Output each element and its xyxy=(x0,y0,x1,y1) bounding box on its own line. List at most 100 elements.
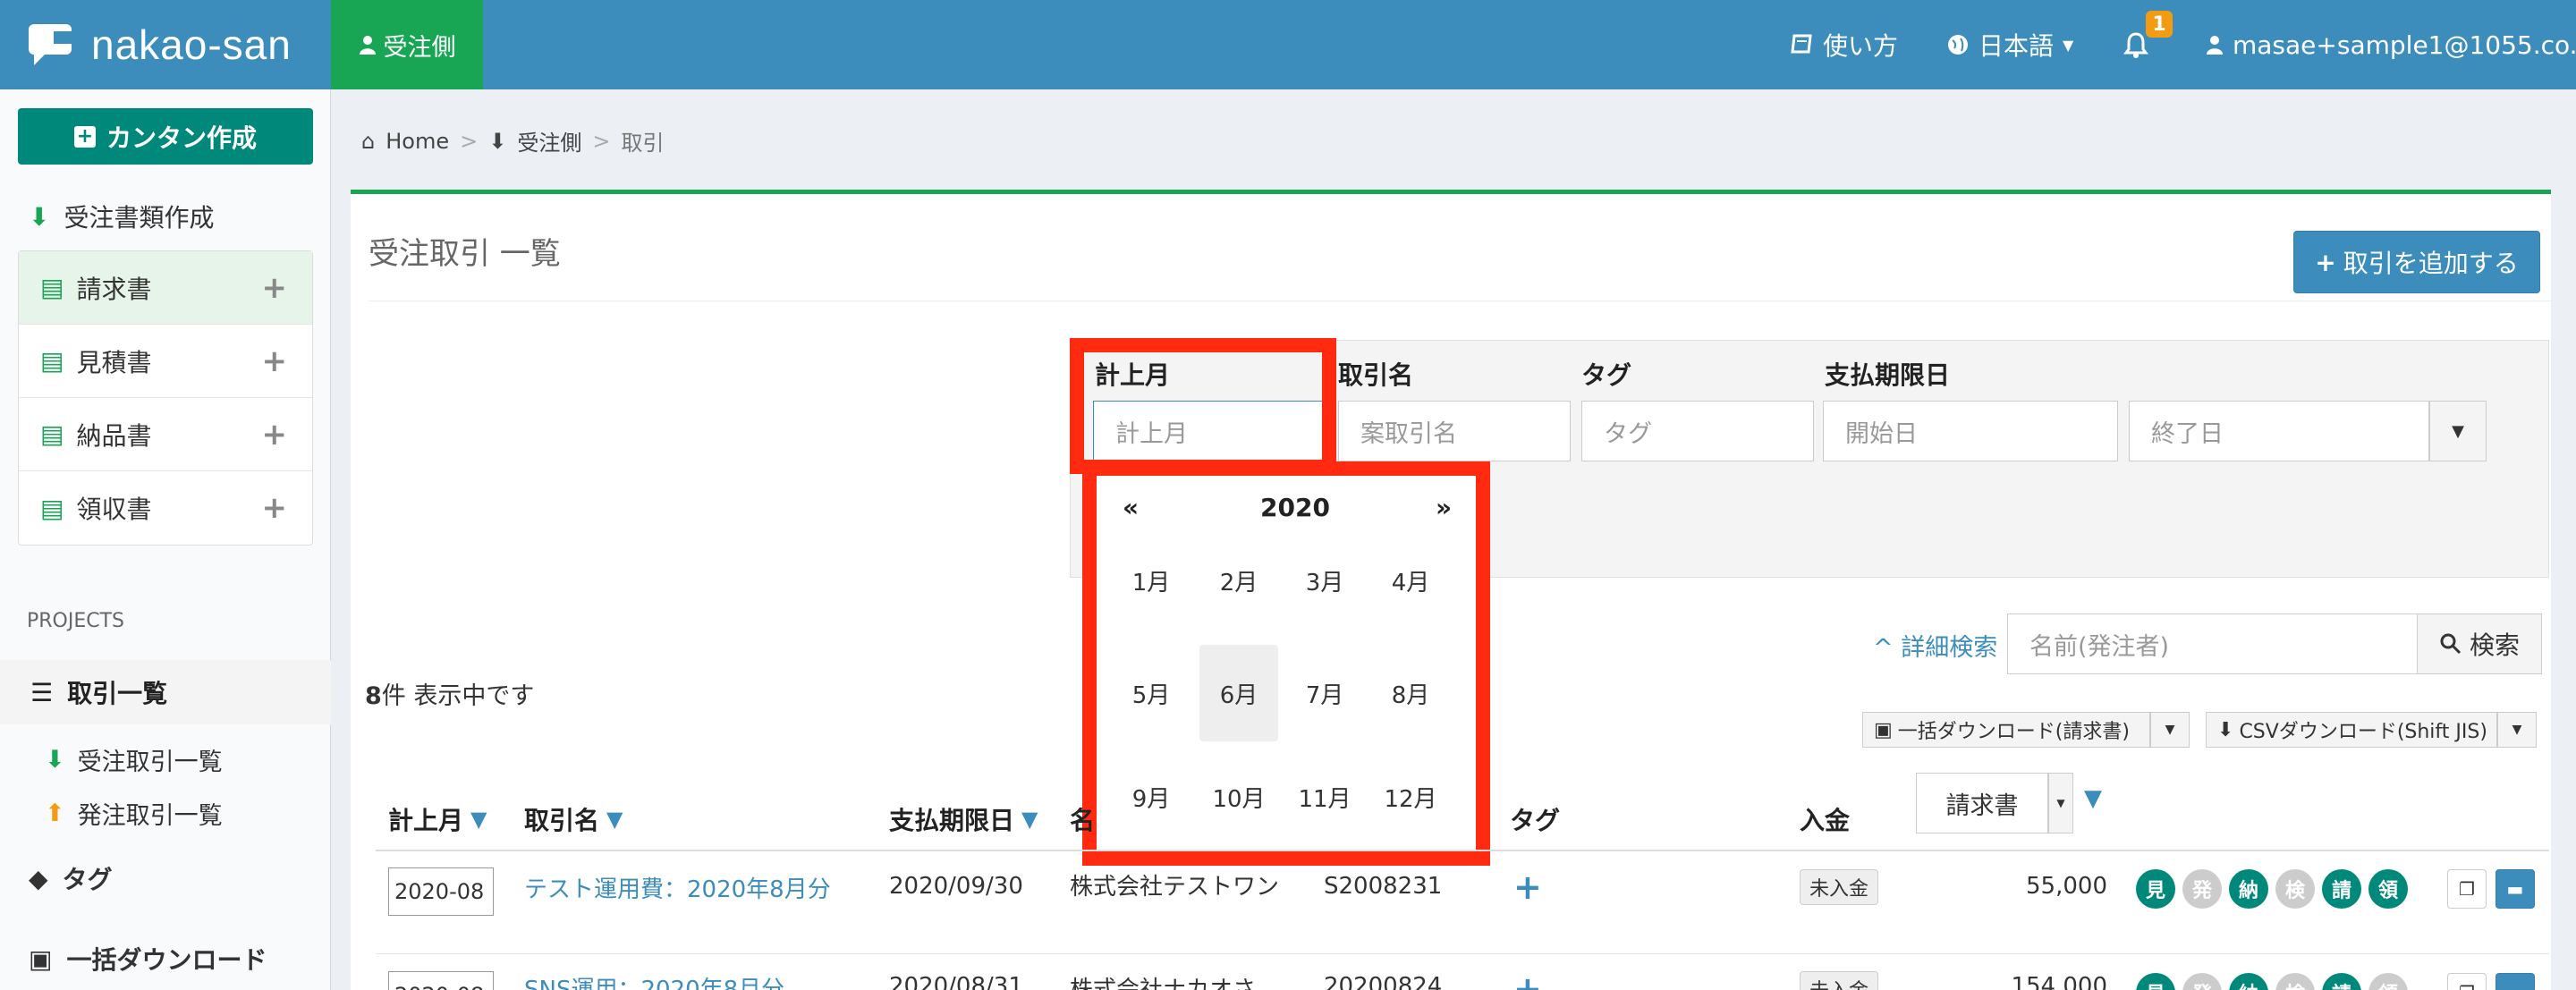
add-deal-label: 取引を追加する xyxy=(2343,249,2519,278)
caret-down-icon: ▼ xyxy=(2165,723,2175,737)
ordered-deals-label: 発注取引一覧 xyxy=(77,802,223,830)
quick-create-label: カンタン作成 xyxy=(106,123,257,153)
copy-deal-button[interactable]: ❐ xyxy=(2447,973,2487,990)
plus-square-icon: + xyxy=(73,125,96,148)
sidebar-item-receipt[interactable]: ▤ 領収書 + xyxy=(19,471,312,545)
archive-deal-button[interactable]: ▬ xyxy=(2496,973,2535,990)
add-tag-plus-icon[interactable]: + xyxy=(1513,867,1542,907)
role-tab-label: 受注側 xyxy=(383,33,456,62)
help-link[interactable]: 使い方 xyxy=(1791,0,1898,89)
column-header-due-date[interactable]: 支払期限日 ▼ xyxy=(889,801,1038,837)
due-start-date-input[interactable]: 開始日 xyxy=(1823,401,2118,461)
csv-download-button[interactable]: ⬇ CSVダウンロード(Shift JIS) xyxy=(2206,712,2497,748)
caret-down-icon: ▼ xyxy=(2056,797,2065,809)
tag-filter-label: タグ xyxy=(1581,360,1632,390)
sidebar-item-received-deals[interactable]: ⬇ 受注取引一覧 xyxy=(45,742,223,777)
date-range-dropdown-button[interactable]: ▼ xyxy=(2429,401,2487,461)
document-icon: ▤ xyxy=(40,346,64,376)
breadcrumb-home[interactable]: Home xyxy=(386,129,449,154)
breadcrumb-separator: > xyxy=(460,128,479,154)
due-end-date-input[interactable]: 終了日 xyxy=(2129,401,2429,461)
archive-icon: ▬ xyxy=(2506,878,2524,900)
copy-deal-button[interactable]: ❐ xyxy=(2447,869,2487,909)
breadcrumb-current: 取引 xyxy=(621,131,665,156)
breadcrumb-side[interactable]: 受注側 xyxy=(517,125,581,157)
doc-status-estimate[interactable]: 見 xyxy=(2136,869,2175,909)
app-logo[interactable]: nakao-san xyxy=(0,0,331,89)
archive-deal-button[interactable]: ▬ xyxy=(2496,869,2535,909)
add-invoice-plus-icon[interactable]: + xyxy=(262,270,288,306)
column-header-label: タグ xyxy=(1510,806,1561,835)
row-month-input[interactable]: 2020-08 xyxy=(388,867,494,916)
row-company: 株式会社ナカオさ xyxy=(1070,977,1257,990)
result-count: 8件 表示中です xyxy=(365,676,534,711)
search-input[interactable]: 名前(発注者) xyxy=(2007,613,2419,674)
row-deal-name-link[interactable]: テスト運用費：2020年8月分 xyxy=(524,871,831,904)
sort-down-icon: ▼ xyxy=(606,807,623,832)
chevron-up-icon: ^ xyxy=(1873,634,1894,662)
csv-download-dropdown[interactable]: ▼ xyxy=(2497,712,2537,748)
quick-create-button[interactable]: + カンタン作成 xyxy=(18,108,313,165)
row-code: S2008231 xyxy=(1324,873,1443,900)
advanced-search-label: 詳細検索 xyxy=(1901,634,1998,662)
csv-download-label: CSVダウンロード(Shift JIS) xyxy=(2239,721,2487,743)
sidebar-item-label: 領収書 xyxy=(76,495,152,524)
chat-bubble-logo-icon xyxy=(29,24,75,65)
sidebar-item-ordered-deals[interactable]: ⬆ 発注取引一覧 xyxy=(45,796,223,831)
save-icon: ▣ xyxy=(1874,718,1893,741)
help-label: 使い方 xyxy=(1823,31,1899,61)
sort-down-icon[interactable]: ▼ xyxy=(2084,785,2102,812)
row-due-date: 2020/08/31 xyxy=(889,973,1023,990)
deals-label: 取引一覧 xyxy=(67,679,168,708)
sidebar-item-deals[interactable]: ☰ 取引一覧 xyxy=(0,660,331,724)
doc-status-order[interactable]: 発 xyxy=(2182,869,2222,909)
sidebar-item-tags[interactable]: ◆ タグ xyxy=(29,860,113,896)
sidebar-item-delivery[interactable]: ▤ 納品書 + xyxy=(19,398,312,471)
user-menu[interactable]: masae+sample1@1055.co.jp ▼ xyxy=(2206,0,2576,89)
sidebar-item-bulk-download[interactable]: ▣ 一括ダウンロード xyxy=(29,941,267,977)
row-deal-name-link[interactable]: SNS運用：2020年8月分 xyxy=(524,971,784,990)
row-amount: 154,000 xyxy=(2011,973,2107,990)
advanced-search-link[interactable]: ^ 詳細検索 xyxy=(1873,628,1997,663)
book-icon xyxy=(1791,34,1812,54)
due-date-filter-label: 支払期限日 xyxy=(1825,360,1951,390)
sort-down-icon: ▼ xyxy=(470,807,487,832)
highlight-box-month-field xyxy=(1070,338,1336,474)
notifications-button[interactable] xyxy=(2123,0,2148,89)
add-delivery-plus-icon[interactable]: + xyxy=(262,417,288,453)
doc-type-select[interactable]: 請求書 xyxy=(1916,773,2048,833)
column-header-month[interactable]: 計上月 ▼ xyxy=(388,801,487,837)
doc-status-receipt[interactable]: 領 xyxy=(2368,869,2408,909)
add-tag-plus-icon[interactable]: + xyxy=(1513,969,1542,990)
column-header-company[interactable]: 名 xyxy=(1070,801,1095,837)
result-count-suffix: 件 表示中です xyxy=(381,682,535,710)
row-month-input[interactable]: 2020-08 xyxy=(388,971,494,990)
sidebar-item-estimate[interactable]: ▤ 見積書 + xyxy=(19,325,312,398)
deal-name-filter-input[interactable]: 案取引名 xyxy=(1338,401,1571,461)
sidebar-item-label: 納品書 xyxy=(76,420,152,451)
bulk-download-invoice-button[interactable]: ▣ 一括ダウンロード(請求書) xyxy=(1862,712,2150,748)
tag-filter-input[interactable]: タグ xyxy=(1581,401,1814,461)
language-dropdown[interactable]: 日本語 ▼ xyxy=(1946,0,2073,89)
doc-type-select-caret[interactable]: ▼ xyxy=(2048,773,2073,833)
page-title: 受注取引 一覧 xyxy=(369,236,561,272)
download-icon: ⬇ xyxy=(2217,718,2234,741)
doc-status-delivery[interactable]: 納 xyxy=(2229,869,2268,909)
download-icon: ⬇ xyxy=(29,201,50,232)
doc-status-inspection[interactable]: 検 xyxy=(2275,869,2315,909)
column-header-deal-name[interactable]: 取引名 ▼ xyxy=(524,801,623,837)
add-deal-button[interactable]: + 取引を追加する xyxy=(2293,231,2540,293)
add-receipt-plus-icon[interactable]: + xyxy=(262,490,288,526)
copy-icon: ❐ xyxy=(2459,982,2475,990)
search-button[interactable]: 検索 xyxy=(2417,613,2542,674)
column-header-label: 計上月 xyxy=(388,806,464,835)
role-tab-receiver[interactable]: 受注側 xyxy=(331,0,483,89)
bulk-download-dropdown[interactable]: ▼ xyxy=(2150,712,2190,748)
globe-icon xyxy=(1948,35,1968,55)
doc-status-invoice[interactable]: 請 xyxy=(2322,869,2361,909)
add-estimate-plus-icon[interactable]: + xyxy=(262,343,288,379)
projects-section-label: PROJECTS xyxy=(27,610,125,632)
sidebar-item-invoice[interactable]: ▤ 請求書 + xyxy=(19,251,312,325)
order-docs-label: 受注書類作成 xyxy=(64,203,215,233)
save-icon: ▣ xyxy=(29,943,53,974)
